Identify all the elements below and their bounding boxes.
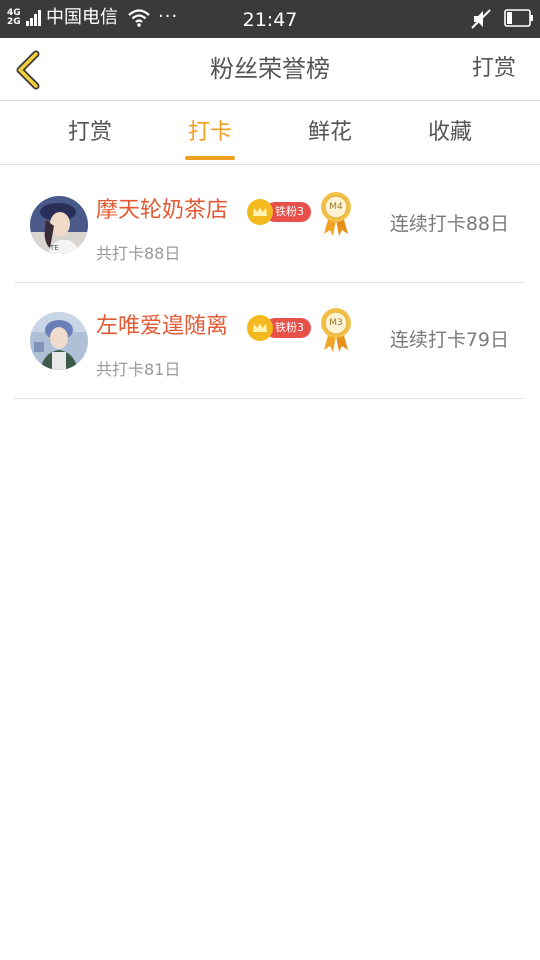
consecutive-checkins: 连续打卡88日 [389,213,509,235]
reward-button[interactable]: 打赏 [472,54,516,84]
medal-icon: M4 [319,190,353,236]
fan-level-badge: 铁粉3 [247,199,313,225]
tab-reward[interactable]: 打赏 [30,101,150,164]
avatar[interactable]: TE [30,196,88,254]
medal-icon: M3 [319,306,353,352]
medal-ribbon-icon [321,192,351,236]
total-checkins: 共打卡88日 [96,244,181,263]
fan-list-item[interactable]: 左唯爱遑随离 铁粉3 M3 共打卡81日 连续打卡79日 [14,282,525,399]
tab-label: 打赏 [67,120,112,145]
total-checkins: 共打卡81日 [96,360,181,379]
crown-icon [247,315,273,341]
fan-list-item[interactable]: TE 摩天轮奶茶店 铁粉3 M4 共打卡88日 连续打卡88日 [14,166,525,283]
tab-label: 收藏 [427,120,472,145]
navigation-bar: 粉丝荣誉榜 打赏 [0,38,540,101]
tab-favorites[interactable]: 收藏 [390,101,510,164]
tab-label: 打卡 [187,120,232,145]
tab-checkin[interactable]: 打卡 [150,101,270,164]
medal-level: M3 [329,318,343,328]
medal-level: M4 [329,202,343,212]
mute-icon [471,9,491,29]
badge-label: 铁粉3 [275,321,304,334]
tab-bar: 打赏 打卡 鲜花 收藏 [0,101,540,165]
fan-username[interactable]: 摩天轮奶茶店 [96,196,228,226]
fan-level-badge: 铁粉3 [247,315,313,341]
active-tab-indicator [185,156,235,160]
battery-icon [504,9,533,27]
tab-label: 鲜花 [307,120,352,145]
svg-text:TE: TE [49,244,59,252]
fan-username[interactable]: 左唯爱遑随离 [96,312,228,342]
avatar[interactable] [30,312,88,370]
medal-ribbon-icon [321,308,351,352]
status-bar: 4G 2G 中国电信 ··· 21:47 [0,0,540,38]
page-title: 粉丝荣誉榜 [210,55,330,83]
clock: 21:47 [242,9,298,31]
tab-flowers[interactable]: 鲜花 [270,101,390,164]
consecutive-checkins: 连续打卡79日 [389,329,509,351]
crown-icon [247,199,273,225]
badge-label: 铁粉3 [275,205,304,218]
